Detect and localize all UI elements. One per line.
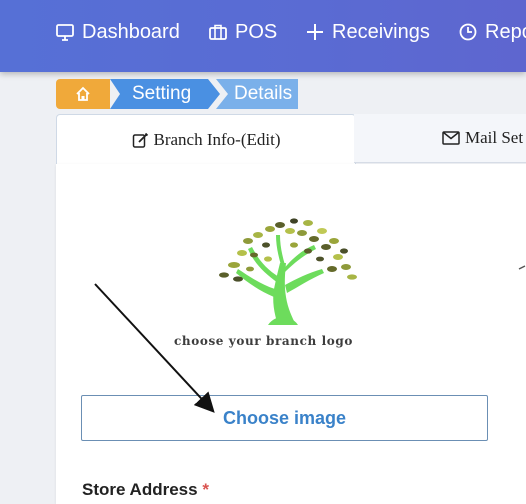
breadcrumb-details-label: Details	[234, 83, 293, 104]
mail-icon	[442, 131, 460, 145]
nav-receivings[interactable]: Receivings	[305, 18, 430, 46]
breadcrumb-setting-label: Setting	[132, 83, 192, 104]
nav-pos-label: POS	[235, 20, 278, 43]
tab-mail-settings-label: Mail Set	[465, 128, 524, 147]
choose-image-button[interactable]: Choose image	[81, 395, 488, 441]
nav-dashboard-label: Dashboard	[82, 20, 180, 43]
edit-icon	[132, 132, 148, 148]
nav-receivings-label: Receivings	[332, 20, 430, 43]
breadcrumb-setting[interactable]: Setting	[110, 79, 220, 109]
nav-pos[interactable]: POS	[208, 18, 277, 46]
logo-caption: choose your branch logo	[174, 334, 353, 348]
tab-branch-info-label: Branch Info-(Edit)	[153, 130, 281, 149]
tab-branch-info[interactable]: Branch Info-(Edit)	[56, 114, 356, 165]
home-icon	[76, 86, 90, 101]
briefcase-icon	[209, 24, 227, 40]
partial-edge-icon	[518, 265, 526, 270]
top-navbar: Dashboard POS Receivings Repo	[0, 0, 526, 72]
store-address-text: Store Address	[82, 480, 198, 499]
tab-mail-settings[interactable]: Mail Set	[354, 114, 526, 163]
branch-logo-preview[interactable]: choose your branch logo	[82, 193, 488, 393]
nav-dashboard[interactable]: Dashboard	[55, 18, 180, 46]
nav-reports-label: Repo	[485, 20, 526, 43]
store-address-label: Store Address *	[82, 480, 209, 500]
nav-reports[interactable]: Repo	[458, 18, 526, 46]
clock-icon	[459, 23, 477, 41]
breadcrumb-details[interactable]: Details	[216, 79, 298, 109]
required-asterisk: *	[202, 480, 209, 499]
plus-icon	[307, 24, 323, 40]
monitor-icon	[56, 24, 74, 41]
tree-logo-icon	[219, 218, 357, 325]
breadcrumb-home[interactable]	[56, 79, 110, 109]
